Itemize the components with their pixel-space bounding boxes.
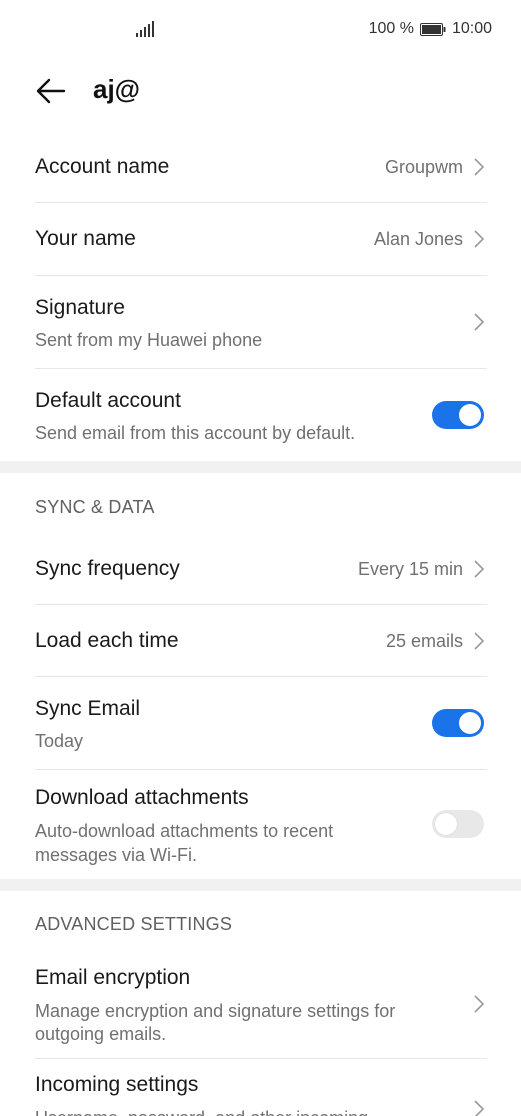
account-name-row[interactable]: Account name Groupwm (35, 131, 487, 203)
chevron-right-icon (474, 1100, 485, 1116)
signature-row[interactable]: Signature Sent from my Huawei phone (35, 276, 487, 369)
load-each-time-row[interactable]: Load each time 25 emails (35, 605, 487, 677)
download-attachments-label: Download attachments (35, 786, 249, 809)
status-right: 100 % 10:00 (369, 20, 492, 38)
default-account-toggle[interactable] (432, 401, 484, 429)
email-encryption-subtitle-line2: outgoing emails. (35, 1024, 167, 1044)
load-each-time-label: Load each time (35, 629, 179, 652)
toggle-knob (435, 813, 457, 835)
signature-label: Signature (35, 296, 125, 319)
sync-frequency-label: Sync frequency (35, 557, 180, 580)
page-title: aj@ (93, 74, 141, 104)
email-encryption-row[interactable]: Email encryption Manage encryption and s… (35, 950, 487, 1059)
sync-frequency-row[interactable]: Sync frequency Every 15 min (35, 533, 487, 605)
sync-email-label: Sync Email (35, 697, 141, 720)
incoming-settings-row[interactable]: Incoming settings Username, password, an… (35, 1059, 487, 1116)
your-name-row[interactable]: Your name Alan Jones (35, 203, 487, 276)
default-account-row: Default account Send email from this acc… (35, 369, 487, 461)
load-each-time-value: 25 emails (385, 631, 463, 651)
signature-subtitle: Sent from my Huawei phone (35, 330, 263, 350)
status-bar: 100 % 10:00 (0, 0, 521, 60)
email-encryption-subtitle-line1: Manage encryption and signature settings… (35, 1001, 396, 1021)
back-arrow-icon[interactable] (36, 78, 66, 104)
chevron-right-icon (474, 632, 485, 650)
download-attachments-subtitle-line2: messages via Wi-Fi. (35, 845, 198, 865)
signal-bars-icon (136, 21, 154, 37)
sync-email-toggle[interactable] (432, 709, 484, 737)
chevron-right-icon (474, 158, 485, 176)
account-name-label: Account name (35, 155, 170, 178)
default-account-subtitle: Send email from this account by default. (35, 423, 356, 443)
sync-data-section-title: SYNC & DATA (35, 497, 155, 517)
battery-icon (419, 22, 446, 36)
sync-email-subtitle: Today (35, 731, 84, 751)
chevron-right-icon (474, 995, 485, 1013)
account-name-value: Groupwm (384, 157, 463, 177)
download-attachments-toggle[interactable] (432, 810, 484, 838)
clock: 10:00 (451, 20, 492, 37)
sync-frequency-value: Every 15 min (357, 559, 463, 579)
incoming-settings-subtitle-line1: Username, password, and other incoming (35, 1106, 368, 1116)
incoming-settings-label: Incoming settings (35, 1073, 199, 1096)
email-encryption-label: Email encryption (35, 966, 191, 989)
advanced-settings-section-title: ADVANCED SETTINGS (35, 914, 233, 934)
download-attachments-subtitle-line1: Auto-download attachments to recent (35, 821, 334, 841)
chevron-right-icon (474, 560, 485, 578)
your-name-label: Your name (35, 227, 136, 250)
chevron-right-icon (474, 230, 485, 248)
your-name-value: Alan Jones (373, 229, 463, 249)
sync-email-row: Sync Email Today (35, 677, 487, 770)
toggle-knob (459, 712, 481, 734)
download-attachments-row: Download attachments Auto-download attac… (35, 770, 487, 879)
section-divider (0, 879, 521, 891)
toggle-knob (459, 404, 481, 426)
battery-percent: 100 % (368, 20, 414, 37)
default-account-label: Default account (35, 389, 181, 412)
section-divider (0, 461, 521, 473)
chevron-right-icon (474, 313, 485, 331)
